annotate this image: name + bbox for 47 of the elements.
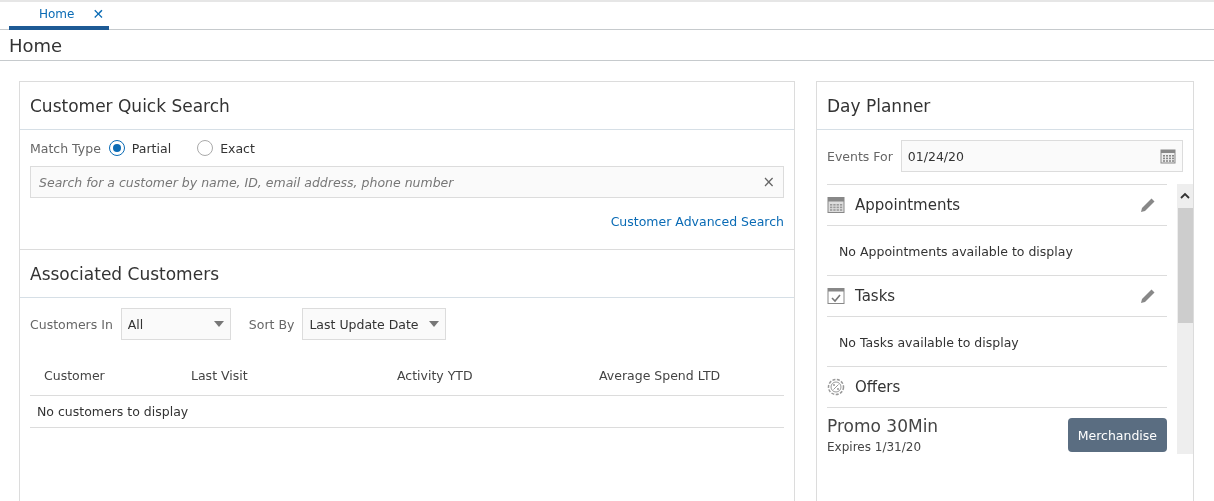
date-value: 01/24/20: [907, 148, 964, 164]
empty-message: No Tasks available to display: [827, 316, 1167, 366]
offer-expiry: Expires 1/31/20: [827, 440, 922, 454]
radio-option[interactable]: Partial: [108, 140, 172, 156]
dropdown-value: All: [127, 316, 144, 332]
pencil-icon[interactable]: [1139, 196, 1157, 214]
clear-icon[interactable]: ×: [762, 173, 775, 191]
section-title: Offers: [855, 378, 902, 396]
tab-label[interactable]: Home: [39, 7, 75, 22]
dropdown[interactable]: Last Update Date: [302, 308, 446, 340]
date-field[interactable]: 01/24/20: [900, 140, 1183, 172]
dropdown[interactable]: All: [120, 308, 231, 340]
radio-label: Exact: [220, 140, 255, 156]
column-header: Average Spend LTD: [599, 368, 722, 383]
empty-message: No Appointments available to display: [827, 225, 1167, 275]
dropdown-value: Last Update Date: [309, 316, 419, 332]
merchandise-button[interactable]: Merchandise: [1067, 418, 1167, 452]
percent-badge-icon: [827, 378, 845, 396]
section-title: Tasks: [855, 287, 897, 305]
tab[interactable]: Home ✕: [9, 2, 109, 31]
section-title: Appointments: [855, 196, 962, 214]
calendar-check-icon: [827, 287, 845, 305]
field-label: Match Type: [30, 140, 101, 156]
column-header: Last Visit: [191, 368, 249, 383]
advanced-search-link[interactable]: Customer Advanced Search: [610, 214, 784, 229]
card-title: Associated Customers: [30, 263, 219, 284]
close-icon[interactable]: ✕: [92, 6, 105, 23]
column-header: Customer: [44, 368, 106, 383]
calendar-icon: [827, 196, 845, 214]
empty-message: No customers to display: [30, 396, 784, 428]
scrollbar[interactable]: [1177, 184, 1193, 454]
page-title: Home: [9, 34, 63, 56]
caret-icon: [428, 321, 439, 327]
card-title: Customer Quick Search: [30, 95, 230, 116]
offer-name: Promo 30Min: [827, 416, 939, 436]
field-label: Customers In: [30, 316, 113, 332]
calendar-icon[interactable]: [1160, 148, 1176, 164]
radio-option[interactable]: Exact: [197, 140, 255, 156]
radio-label: Partial: [131, 140, 172, 156]
scroll-up-icon[interactable]: [1180, 192, 1190, 200]
column-header: Activity YTD: [397, 368, 474, 383]
pencil-icon[interactable]: [1139, 287, 1157, 305]
card-title: Day Planner: [827, 95, 931, 116]
field-label: Events For: [827, 148, 893, 164]
search-field[interactable]: Search for a customer by name, ID, email address, phone number ×: [30, 166, 784, 198]
field-label: Sort By: [248, 316, 295, 332]
caret-icon: [213, 321, 224, 327]
